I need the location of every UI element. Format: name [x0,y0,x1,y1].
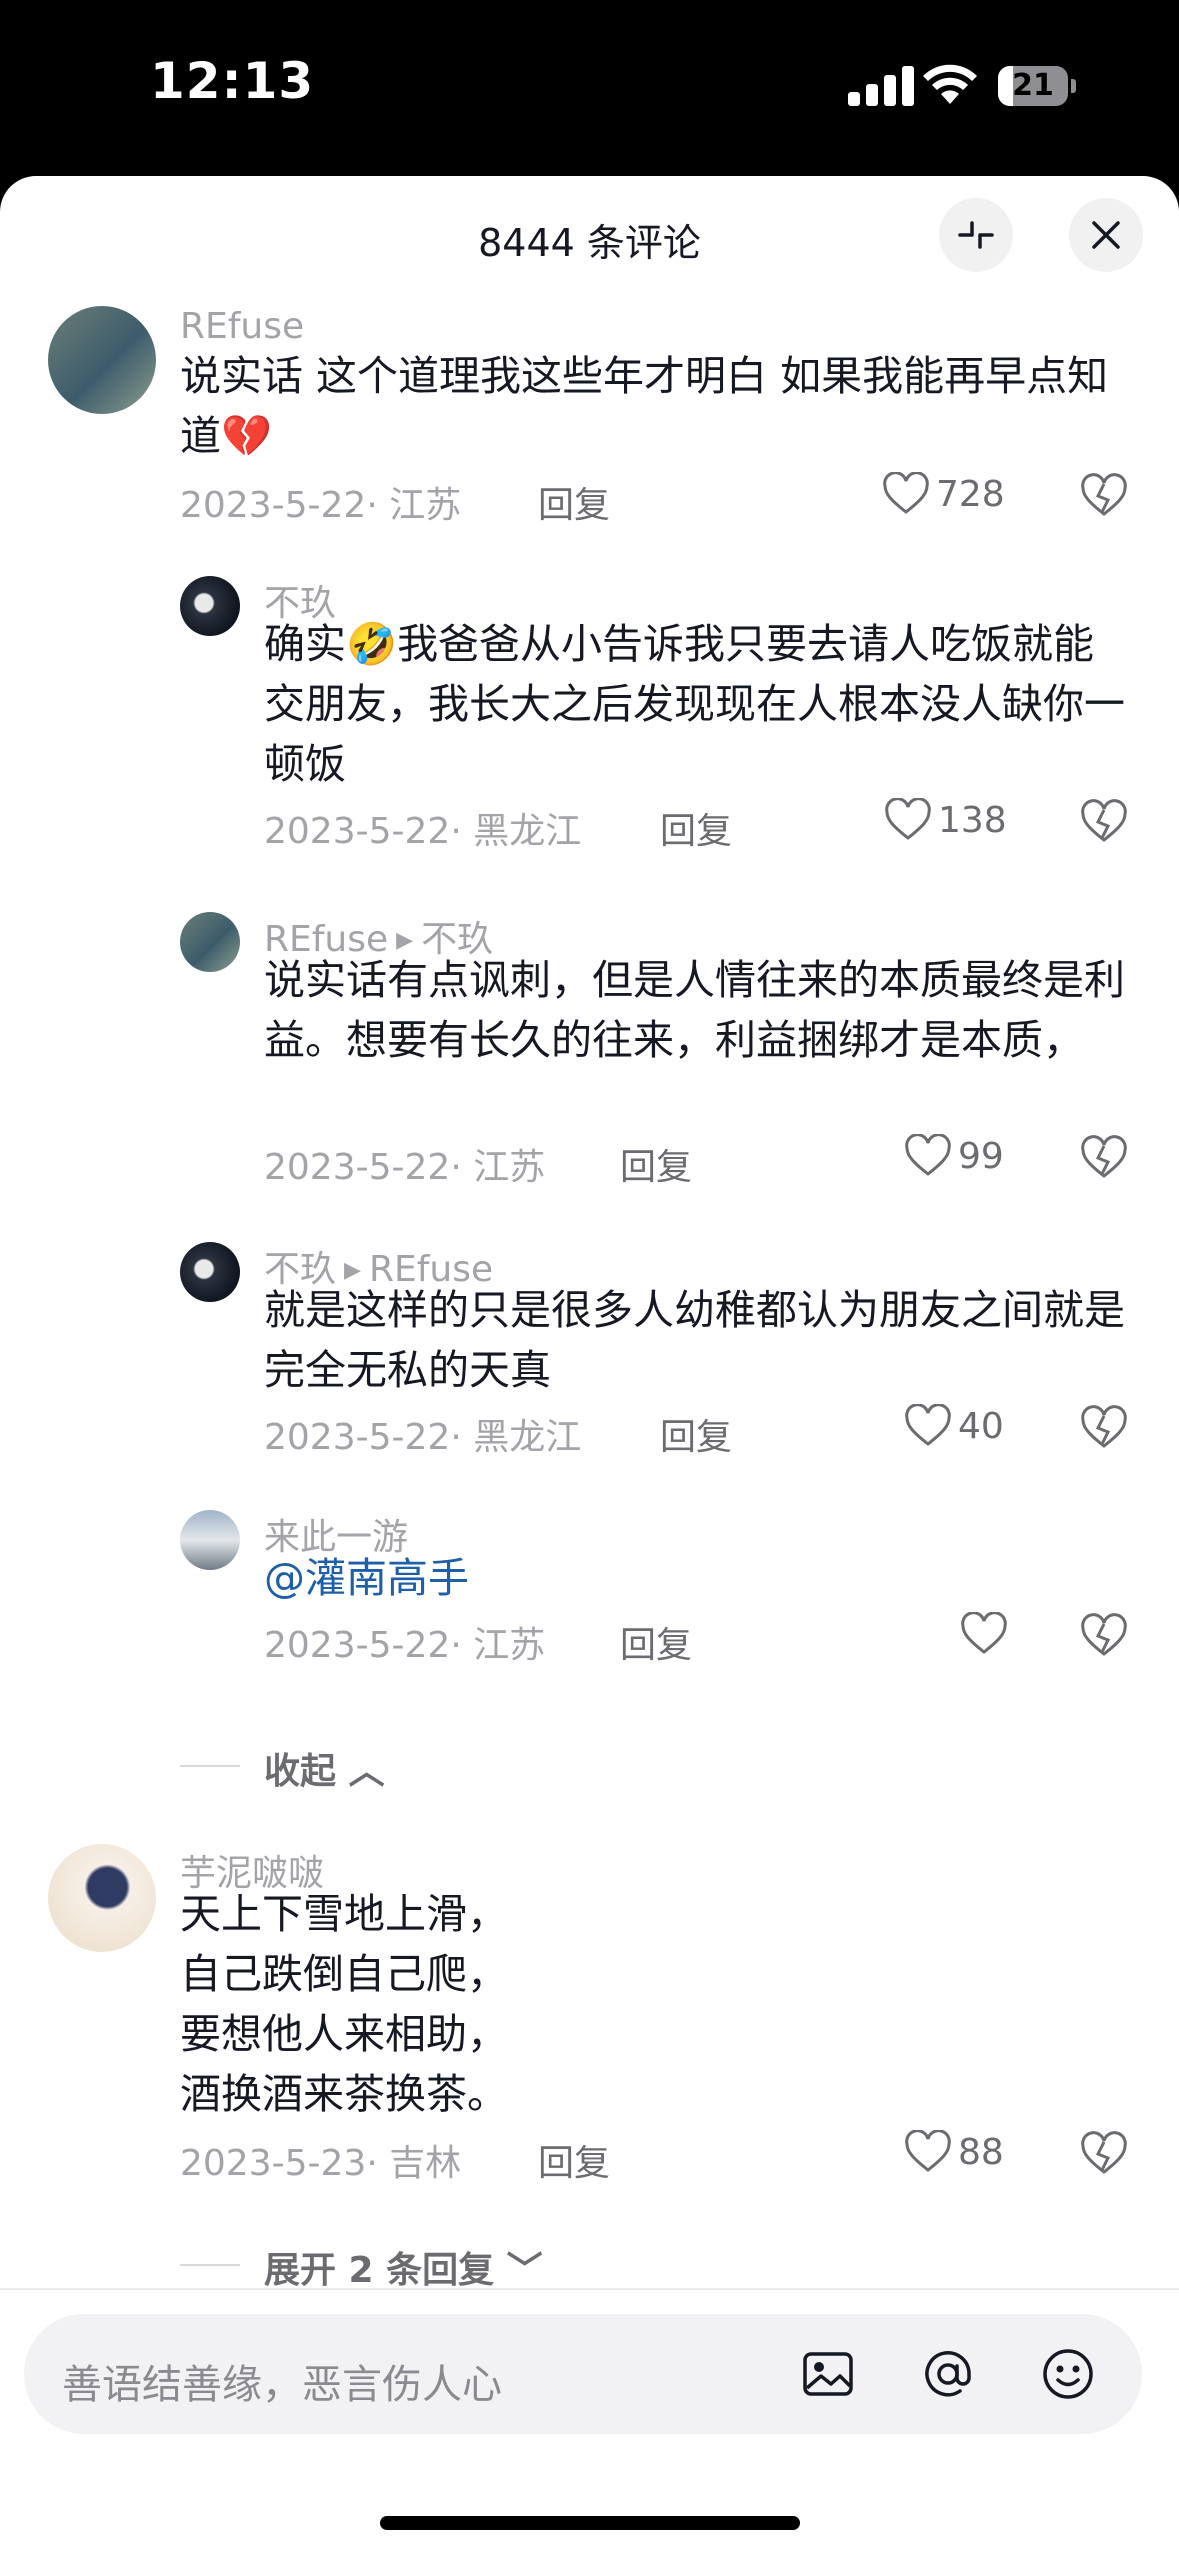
like-button[interactable]: 138 [884,798,1007,842]
avatar[interactable] [180,1242,240,1302]
dislike-icon[interactable] [1080,1134,1128,1182]
dislike-icon[interactable] [1080,1612,1128,1660]
comment-location: 吉林 [389,2143,462,2184]
reply-button[interactable]: 回复 [620,1616,692,1668]
reply-text: 确实🤣我爸爸从小告诉我只要去请人吃饭就能交朋友，我长大之后发现现在人根本没人缺你… [264,614,1134,794]
heart-icon [905,1134,951,1176]
reply-text: 就是这样的只是很多人幼稚都认为朋友之间就是完全无私的天真 [264,1286,1125,1394]
reply-date: 2023-5-22 [264,811,451,852]
like-count: 88 [958,2131,1004,2173]
comment-body: 说实话 这个道理我这些年才明白 如果我能再早点知道 [180,352,1109,460]
collapse-label: 收起 [264,1751,337,1792]
fold-divider [180,2264,240,2266]
collapse-replies-button[interactable]: 收起 ︿ [264,1742,385,1794]
avatar[interactable] [48,1844,156,1952]
close-icon [1092,221,1120,249]
avatar[interactable] [48,306,156,414]
reply-button[interactable]: 回复 [538,2134,610,2186]
minimize-button[interactable] [939,198,1013,272]
reply-button[interactable]: 回复 [620,1138,692,1190]
image-icon[interactable] [800,2346,856,2402]
fold-divider [180,1765,240,1767]
like-count: 99 [958,1135,1004,1177]
comment-username[interactable]: REfuse [180,306,304,347]
close-button[interactable] [1069,198,1143,272]
cellular-signal-icon [848,66,914,106]
reply-location: 江苏 [473,1625,546,1666]
dislike-icon[interactable] [1080,798,1128,846]
avatar[interactable] [180,1510,240,1570]
reply-meta: 2023-5-22· 江苏 [264,1147,546,1188]
home-indicator [380,2516,800,2530]
laughing-emoji: 🤣 [346,620,398,668]
reply-button[interactable]: 回复 [538,476,610,528]
poem-line: 酒换酒来茶换茶。 [180,2070,508,2118]
reply-meta: 2023-5-22· 黑龙江 [264,811,582,852]
comment-date: 2023-5-23 [180,2143,367,2184]
comment-meta: 2023-5-23· 吉林 [180,2143,462,2184]
like-count: 40 [958,1405,1004,1447]
like-button[interactable]: 88 [904,2130,1004,2174]
at-icon[interactable] [920,2346,976,2402]
dislike-icon[interactable] [1080,1404,1128,1452]
expand-replies-button[interactable]: 展开 2 条回复 ﹀ [264,2241,543,2293]
like-button[interactable]: 40 [904,1404,1004,1448]
expand-label: 展开 2 条回复 [264,2250,495,2291]
comment-location: 江苏 [389,485,462,526]
broken-heart-emoji: 💔 [221,412,273,460]
avatar[interactable] [180,912,240,972]
comment-text: 天上下雪地上滑， 自己跌倒自己爬， 要想他人来相助， 酒换酒来茶换茶。 [180,1884,1120,2124]
mention-link[interactable]: @灌南高手 [264,1554,469,1602]
heart-icon [905,2130,951,2172]
comment-text: 说实话 这个道理我这些年才明白 如果我能再早点知道💔 [180,346,1120,466]
comment-input-placeholder: 善语结善缘，恶言伤人心 [62,2362,502,2408]
heart-icon [885,798,931,840]
wifi-icon [923,64,977,104]
reply-location: 黑龙江 [473,1417,582,1458]
heart-icon [883,472,929,514]
reply-text: 说实话有点讽刺，但是人情往来的本质最终是利益。想要有长久的往来，利益捆绑才是本质… [264,956,1125,1064]
reply-date: 2023-5-22 [264,1147,451,1188]
battery-percent: 21 [1012,68,1054,103]
like-button[interactable]: 99 [904,1134,1004,1178]
reply-text-prefix: 确实 [264,620,346,668]
reply-meta: 2023-5-22· 江苏 [264,1625,546,1666]
reply-button[interactable]: 回复 [660,802,732,854]
comments-sheet: 8444 条评论 REfuse 说实话 这个道理我这些年才明白 如果我能再早点知… [0,176,1179,2556]
comment-composer: 善语结善缘，恶言伤人心 [0,2288,1179,2558]
reply-date: 2023-5-22 [264,1417,451,1458]
reply-location: 黑龙江 [473,811,582,852]
comment-meta: 2023-5-22· 江苏 [180,485,462,526]
dislike-icon[interactable] [1080,472,1128,520]
poem-line: 自己跌倒自己爬， [180,1950,508,1998]
like-count: 138 [938,799,1007,841]
heart-icon [961,1612,1007,1654]
chevron-down-icon: ﹀ [506,2250,543,2291]
minimize-icon [958,221,994,249]
poem-line: 要想他人来相助， [180,2010,508,2058]
like-button[interactable]: 728 [882,472,1005,516]
comment-date: 2023-5-22 [180,485,367,526]
like-count: 728 [936,473,1005,515]
poem-line: 天上下雪地上滑， [180,1890,508,1938]
chevron-up-icon: ︿ [348,1751,385,1792]
emoji-icon[interactable] [1040,2346,1096,2402]
status-bar: 12:13 21 [0,0,1179,175]
comment-input[interactable]: 善语结善缘，恶言伤人心 [24,2314,1142,2434]
reply-meta: 2023-5-22· 黑龙江 [264,1417,582,1458]
reply-date: 2023-5-22 [264,1625,451,1666]
like-button[interactable] [960,1612,1008,1656]
reply-button[interactable]: 回复 [660,1408,732,1460]
heart-icon [905,1404,951,1446]
dislike-icon[interactable] [1080,2130,1128,2178]
status-time: 12:13 [150,52,315,110]
reply-location: 江苏 [473,1147,546,1188]
avatar[interactable] [180,576,240,636]
reply-text: @灌南高手 [264,1548,1134,1608]
battery-indicator: 21 [998,66,1076,110]
